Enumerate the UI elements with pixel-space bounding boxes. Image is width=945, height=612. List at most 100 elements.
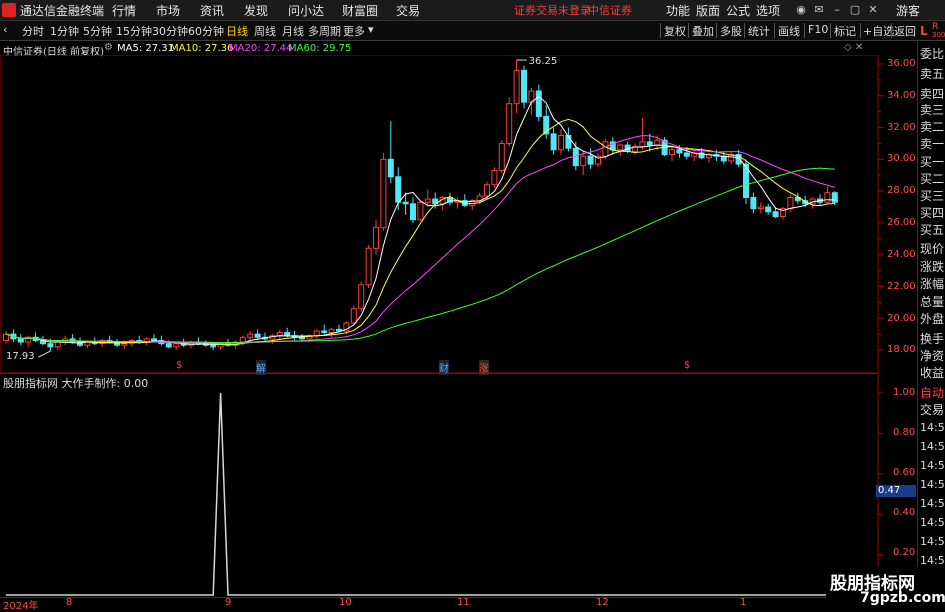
period-daily[interactable]: 日线 xyxy=(226,23,248,39)
candle-body xyxy=(535,90,542,117)
btn-f10[interactable]: F10 xyxy=(808,23,828,36)
candle-body xyxy=(284,332,291,337)
menu-zixun[interactable]: 资讯 xyxy=(200,2,224,19)
toolbar-back-icon[interactable]: ‹ xyxy=(3,23,7,36)
btn-fuquan[interactable]: 复权 xyxy=(664,23,686,39)
trade-time: 14:56 xyxy=(920,478,945,491)
broker-name[interactable]: 中信证券 xyxy=(588,2,632,18)
period-60min[interactable]: 60分钟 xyxy=(188,23,224,39)
candle-body xyxy=(506,103,513,144)
toolbar-divider xyxy=(860,23,861,38)
panel-buy5: 买五 xyxy=(920,223,945,237)
btn-diejia[interactable]: 叠加 xyxy=(692,23,714,39)
period-1min[interactable]: 1分钟 xyxy=(50,23,79,39)
event-marker-dollar[interactable]: $ xyxy=(176,360,182,371)
y-tick: 20.00 xyxy=(887,313,916,324)
trade-login-warning[interactable]: 证券交易未登录 xyxy=(514,2,591,18)
candle-body xyxy=(210,344,217,348)
user-icon[interactable]: ◉ xyxy=(794,3,808,17)
menu-banmian[interactable]: 版面 xyxy=(696,2,720,19)
candle-body xyxy=(587,155,594,165)
btn-duogu[interactable]: 多股 xyxy=(720,23,742,39)
ma5-legend: MA5: 27.31 xyxy=(117,43,175,54)
candle-body xyxy=(417,201,424,221)
candle-body xyxy=(683,152,690,157)
candle-body xyxy=(617,144,624,151)
candle-body xyxy=(602,141,609,157)
btn-tongji[interactable]: 统计 xyxy=(748,23,770,39)
panel-auto[interactable]: 自动 xyxy=(920,384,944,401)
candle-body xyxy=(424,198,431,203)
chart-close-icon[interactable]: ◇ ✕ xyxy=(844,42,863,53)
candle-body xyxy=(484,184,490,197)
menu-xuanxiang[interactable]: 选项 xyxy=(756,2,780,19)
menu-jiaoyi[interactable]: 交易 xyxy=(396,2,420,19)
period-30min[interactable]: 30分钟 xyxy=(152,23,188,39)
menu-caifuquan[interactable]: 财富圈 xyxy=(342,2,378,19)
ma60-legend: MA60: 29.75 xyxy=(288,43,352,54)
restore-icon[interactable]: ▢ xyxy=(848,3,862,17)
menu-wenxiaoda[interactable]: 问小达 xyxy=(288,2,324,19)
candle-body xyxy=(491,169,498,186)
candle-body xyxy=(765,206,772,213)
close-icon[interactable]: ✕ xyxy=(866,3,880,17)
candle-body xyxy=(151,338,157,341)
candle-body xyxy=(17,338,24,343)
low-pointer xyxy=(38,350,51,358)
candle-body xyxy=(336,328,342,332)
x-tick: 11 xyxy=(457,597,470,608)
period-monthly[interactable]: 月线 xyxy=(282,23,304,39)
period-5min[interactable]: 5分钟 xyxy=(83,23,112,39)
menu-hangqing[interactable]: 行情 xyxy=(112,2,136,19)
period-weekly[interactable]: 周线 xyxy=(254,23,276,39)
candle-body xyxy=(254,333,261,338)
btn-huaxian[interactable]: 画线 xyxy=(778,23,800,39)
menu-gongshi[interactable]: 公式 xyxy=(726,2,750,19)
candle-body xyxy=(328,328,335,334)
indicator-chart[interactable] xyxy=(0,373,916,597)
panel-300-label: 300 xyxy=(932,31,945,39)
y-tick: 18.00 xyxy=(887,344,916,355)
panel-sell5: 卖五 xyxy=(920,67,945,81)
panel-l-label[interactable]: L xyxy=(920,24,928,38)
trade-time: 14:56 xyxy=(920,516,945,529)
btn-fanhui[interactable]: 返回 xyxy=(894,23,916,39)
candle-body xyxy=(410,203,416,221)
more-dropdown-icon[interactable]: ▾ xyxy=(368,23,374,36)
candle-body xyxy=(321,330,328,334)
toolbar-divider xyxy=(744,23,745,38)
toolbar-divider xyxy=(830,23,831,38)
minimize-icon[interactable]: – xyxy=(830,3,844,17)
menu-gongneng[interactable]: 功能 xyxy=(666,2,690,19)
y-tick: 24.00 xyxy=(887,249,916,260)
toolbar-divider xyxy=(660,23,661,38)
candle-body xyxy=(646,141,653,146)
guest-label[interactable]: 游客 xyxy=(896,2,920,19)
indicator-cursor-value: 0.47 xyxy=(876,485,916,497)
toolbar-divider xyxy=(804,23,805,38)
period-more[interactable]: 更多 xyxy=(343,23,365,39)
candle-body xyxy=(498,142,505,171)
message-icon[interactable]: ✉ xyxy=(812,3,826,17)
kline-chart[interactable]: 36.25 17.93 xyxy=(0,55,916,373)
panel-trade[interactable]: 交易 xyxy=(920,401,944,418)
period-15min[interactable]: 15分钟 xyxy=(116,23,152,39)
panel-change: 涨跌 xyxy=(920,260,945,274)
period-fenshi[interactable]: 分时 xyxy=(22,23,44,39)
x-tick: 12 xyxy=(596,597,609,608)
period-multi[interactable]: 多周期 xyxy=(308,23,341,39)
candle-body xyxy=(654,139,661,146)
panel-sell1: 卖一 xyxy=(920,137,945,151)
settings-gear-icon[interactable]: ⚙ xyxy=(104,42,113,53)
toolbar-divider xyxy=(688,23,689,38)
x-tick: 1 xyxy=(740,597,747,608)
candle-body xyxy=(239,336,246,343)
indicator-y-tick: 1.00 xyxy=(893,387,916,398)
btn-add-favorite[interactable]: +自选 xyxy=(863,23,894,39)
indicator-y-tick: 0.40 xyxy=(893,507,916,518)
btn-biaoji[interactable]: 标记 xyxy=(834,23,856,39)
panel-buy2: 买二 xyxy=(920,172,945,186)
event-marker-dollar[interactable]: $ xyxy=(684,360,690,371)
menu-shichang[interactable]: 市场 xyxy=(156,2,180,19)
menu-faxian[interactable]: 发现 xyxy=(244,2,268,19)
